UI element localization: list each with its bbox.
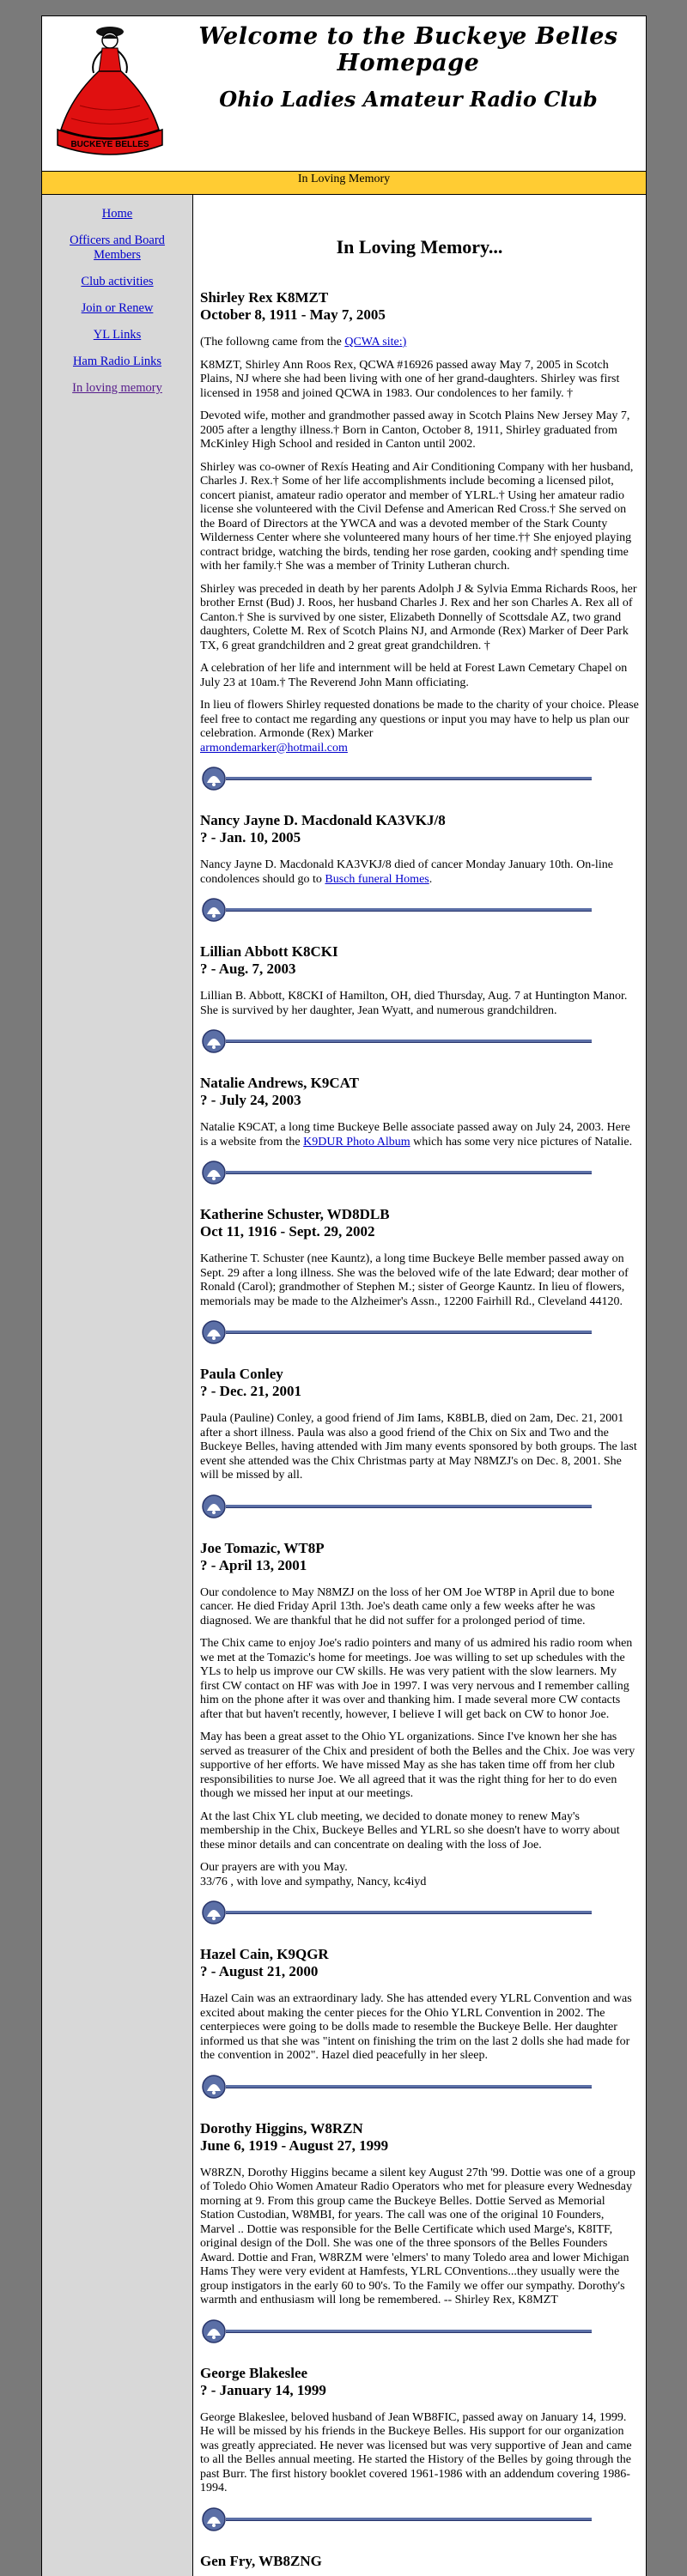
entry-dates: October 8, 1911 - May 7, 2005 xyxy=(200,306,639,324)
entry-name: Gen Fry, WB8ZNG xyxy=(200,2553,639,2570)
memorial-entry: Natalie Andrews, K9CAT? - July 24, 2003 N… xyxy=(200,1075,639,1149)
logo-text: BUCKEYE BELLES xyxy=(70,140,149,149)
memorial-entry: Lillian Abbott K8CKI? - Aug. 7, 2003 Lill… xyxy=(200,943,639,1018)
divider-bell-icon xyxy=(200,2573,595,2576)
sidebar-item-club-activities[interactable]: Club activities xyxy=(51,275,184,289)
entry-name: Paula Conley xyxy=(200,1366,639,1383)
entry-paragraph: Paula (Pauline) Conley, a good friend of… xyxy=(200,1412,639,1483)
entry-paragraph: Shirley was preceded in death by her par… xyxy=(200,583,639,654)
entry-dates: Oct 11, 1916 - Sept. 29, 2002 xyxy=(200,1223,639,1240)
entry-paragraph: George Blakeslee, beloved husband of Jea… xyxy=(200,2411,639,2496)
memorial-entry: Nancy Jayne D. Macdonald KA3VKJ/8? - Jan… xyxy=(200,812,639,887)
page-frame: BUCKEYE BELLES Welcome to the Buckeye Be… xyxy=(41,15,647,2576)
entry-paragraph: Hazel Cain was an extraordinary lady. Sh… xyxy=(200,1992,639,2064)
entry-paragraph: Nancy Jayne D. Macdonald KA3VKJ/8 died o… xyxy=(200,858,639,887)
entry-name: Shirley Rex K8MZT xyxy=(200,289,639,306)
memorial-entry: George Blakeslee? - January 14, 1999 Geor… xyxy=(200,2365,639,2496)
memorial-entry: Hazel Cain, K9QGR? - August 21, 2000 Haze… xyxy=(200,1946,639,2064)
entry-dates: ? - August 21, 2000 xyxy=(200,1963,639,1980)
divider-bell-icon xyxy=(200,1492,595,1521)
memorial-entry: Paula Conley? - Dec. 21, 2001 Paula (Paul… xyxy=(200,1366,639,1483)
entry-paragraph: Natalie K9CAT, a long time Buckeye Belle… xyxy=(200,1121,639,1149)
sidebar-item-officers[interactable]: Officers and Board Members xyxy=(51,233,184,263)
memorial-list: Shirley Rex K8MZTOctober 8, 1911 - May 7… xyxy=(200,289,639,2576)
entry-name: Natalie Andrews, K9CAT xyxy=(200,1075,639,1092)
entry-paragraph: At the last Chix YL club meeting, we dec… xyxy=(200,1810,639,1853)
entry-signoff: 33/76 , with love and sympathy, Nancy, k… xyxy=(200,1876,639,1890)
entry-dates: ? - July 24, 2003 xyxy=(200,1092,639,1109)
buckeye-belles-logo: BUCKEYE BELLES xyxy=(46,20,174,166)
divider-bell-icon xyxy=(200,1158,595,1187)
divider-bell-icon xyxy=(200,1318,595,1347)
divider-bell-icon xyxy=(200,1898,595,1927)
sidebar-item-join-renew[interactable]: Join or Renew xyxy=(51,301,184,316)
entry-dates: ? - Aug. 7, 2003 xyxy=(200,961,639,978)
entry-dates: June 6, 1919 - August 27, 1999 xyxy=(200,2137,639,2155)
sidebar: Home Officers and Board Members Club act… xyxy=(42,195,193,2576)
entry-paragraph: May has been a great asset to the Ohio Y… xyxy=(200,1730,639,1802)
site-header: BUCKEYE BELLES Welcome to the Buckeye Be… xyxy=(42,16,646,171)
sidebar-item-ham-radio-links[interactable]: Ham Radio Links xyxy=(51,355,184,369)
sidebar-item-home[interactable]: Home xyxy=(51,207,184,221)
page-title: In Loving Memory... xyxy=(200,236,639,258)
memorial-entry: Katherine Schuster, WD8DLBOct 11, 1916 -… xyxy=(200,1206,639,1309)
memorial-entry: Joe Tomazic, WT8P? - April 13, 2001 Our c… xyxy=(200,1540,639,1890)
memorial-entry: Gen Fry, WB8ZNG xyxy=(200,2553,639,2570)
entry-link[interactable]: Busch funeral Homes xyxy=(325,873,429,886)
club-name: Ohio Ladies Amateur Radio Club xyxy=(171,87,646,112)
main-content: In Loving Memory... Shirley Rex K8MZTOct… xyxy=(193,195,646,2576)
memory-banner: In Loving Memory xyxy=(42,171,646,195)
entry-dates: ? - January 14, 1999 xyxy=(200,2382,639,2399)
divider-bell-icon xyxy=(200,1027,595,1056)
entry-name: Nancy Jayne D. Macdonald KA3VKJ/8 xyxy=(200,812,639,829)
entry-name: Lillian Abbott K8CKI xyxy=(200,943,639,961)
entry-paragraph: The Chix came to enjoy Joe's radio point… xyxy=(200,1637,639,1722)
sidebar-item-in-loving-memory[interactable]: In loving memory xyxy=(51,381,184,396)
entry-paragraph: A celebration of her life and internment… xyxy=(200,662,639,690)
entry-text: (The followng came from the xyxy=(200,336,344,349)
entry-paragraph: W8RZN, Dorothy Higgins became a silent k… xyxy=(200,2167,639,2308)
divider-bell-icon xyxy=(200,2317,595,2346)
entry-text: which has some very nice pictures of Nat… xyxy=(410,1136,633,1149)
qcwa-site-link[interactable]: QCWA site:) xyxy=(344,336,406,349)
entry-dates: ? - Dec. 21, 2001 xyxy=(200,1383,639,1400)
entry-paragraph: K8MZT, Shirley Ann Roos Rex, QCWA #16926… xyxy=(200,359,639,402)
entry-paragraph: Lillian B. Abbott, K8CKI of Hamilton, OH… xyxy=(200,990,639,1018)
entry-name: George Blakeslee xyxy=(200,2365,639,2382)
memorial-entry: Shirley Rex K8MZTOctober 8, 1911 - May 7… xyxy=(200,289,639,755)
entry-text: . xyxy=(429,873,433,886)
sidebar-nav: Home Officers and Board Members Club act… xyxy=(42,195,192,396)
entry-paragraph: Our prayers are with you May. xyxy=(200,1861,639,1876)
divider-bell-icon xyxy=(200,895,595,924)
entry-source: (The followng came from the QCWA site:) xyxy=(200,336,639,350)
entry-name: Dorothy Higgins, W8RZN xyxy=(200,2120,639,2137)
entry-name: Katherine Schuster, WD8DLB xyxy=(200,1206,639,1223)
entry-link[interactable]: K9DUR Photo Album xyxy=(303,1136,410,1149)
entry-name: Joe Tomazic, WT8P xyxy=(200,1540,639,1557)
entry-dates: ? - Jan. 10, 2005 xyxy=(200,829,639,846)
entry-paragraph: Katherine T. Schuster (nee Kauntz), a lo… xyxy=(200,1252,639,1309)
entry-paragraph: Our condolence to May N8MZJ on the loss … xyxy=(200,1586,639,1629)
entry-paragraph: In lieu of flowers Shirley requested don… xyxy=(200,699,639,755)
entry-dates: ? - April 13, 2001 xyxy=(200,1557,639,1574)
divider-bell-icon xyxy=(200,2072,595,2101)
email-link[interactable]: armondemarker@hotmail.com xyxy=(200,742,348,755)
memorial-entry: Dorothy Higgins, W8RZNJune 6, 1919 - Aug… xyxy=(200,2120,639,2308)
entry-name: Hazel Cain, K9QGR xyxy=(200,1946,639,1963)
divider-bell-icon xyxy=(200,764,595,793)
entry-paragraph: Shirley was co-owner of Rexís Heating an… xyxy=(200,461,639,574)
entry-paragraph: Devoted wife, mother and grandmother pas… xyxy=(200,409,639,452)
divider-bell-icon xyxy=(200,2505,595,2534)
site-title: Welcome to the Buckeye Belles Homepage xyxy=(171,23,646,76)
sidebar-item-yl-links[interactable]: YL Links xyxy=(51,328,184,342)
